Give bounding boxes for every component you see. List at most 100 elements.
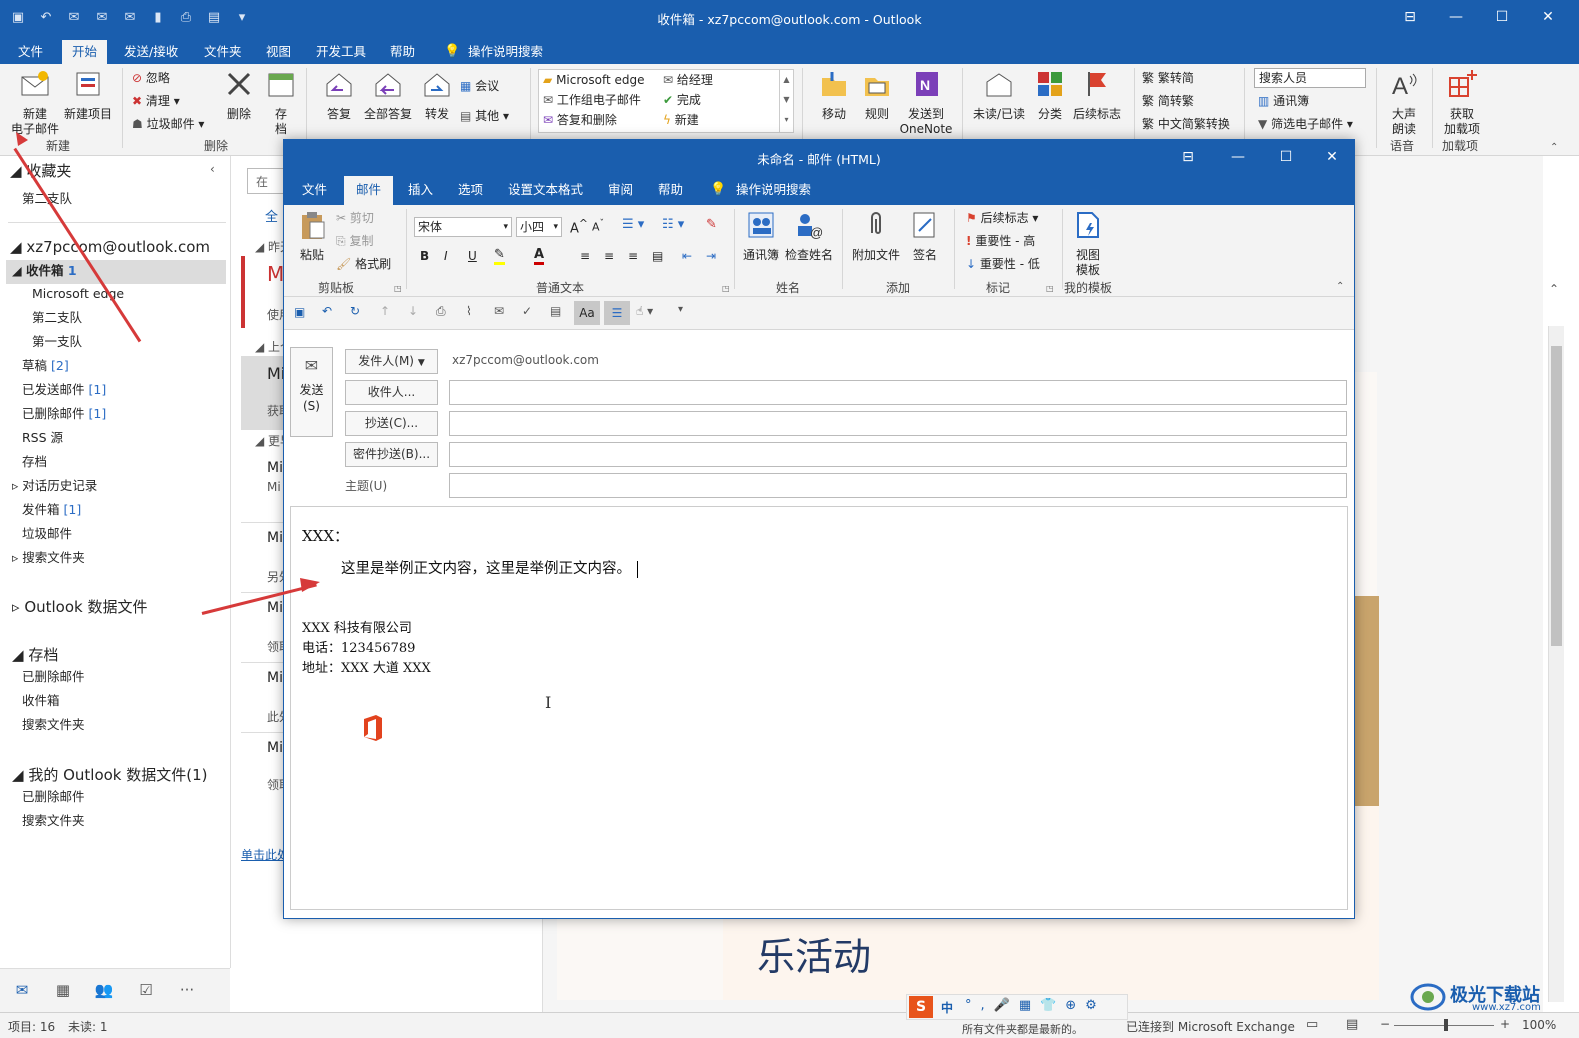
attach-file-button[interactable]: 附加文件 [848,209,904,263]
folder-outbox[interactable]: 发件箱 [1] [22,499,81,521]
folder-item[interactable]: 已删除邮件 [22,666,85,688]
filter-email-button[interactable]: ▼ 筛选电子邮件 ▾ [1258,114,1353,134]
to-button[interactable]: 收件人... [345,380,438,405]
categorize-button[interactable]: 分类 [1032,68,1068,122]
quick-step-item[interactable]: ϟ 新建 [663,110,699,130]
maximize-button[interactable]: ☐ [1268,144,1304,170]
get-addins-button[interactable]: 获取 加载项 [1436,68,1488,137]
signature-button[interactable]: 签名 [906,209,944,263]
save-icon[interactable]: ▣ [294,305,305,319]
print-preview-icon[interactable]: ⎙ [436,304,446,319]
folder-archive[interactable]: 存档 [22,451,47,473]
minimize-button[interactable]: — [1438,4,1474,30]
tab-insert[interactable]: 插入 [396,176,445,205]
bold-icon[interactable]: B [420,249,429,263]
tasks-icon[interactable]: ☑ [135,981,157,1001]
to-field[interactable] [449,380,1347,405]
collapse-ribbon-icon[interactable]: ⌃ [1336,281,1344,292]
junk-button[interactable]: ☗ 垃圾邮件 ▾ [132,114,204,134]
folder-sent[interactable]: 已发送邮件 [1] [22,379,106,401]
align-center-icon[interactable]: ≡ [604,249,614,263]
font-color-icon[interactable]: A [534,247,545,265]
underline-icon[interactable]: U [468,249,477,263]
calendar-icon[interactable]: ▦ [52,981,74,1001]
ime-tools-icon[interactable]: °,🎤▦👕⊕⚙ [965,998,1106,1013]
tab-send-receive[interactable]: 发送/接收 [114,40,188,64]
close-button[interactable]: ✕ [1530,4,1566,30]
tab-help[interactable]: 帮助 [646,176,695,205]
data-file-header[interactable]: ▹ Outlook 数据文件 [12,596,147,618]
send-receive-icon[interactable]: ✉ [494,304,504,318]
clear-format-icon[interactable]: ✎ [706,217,717,232]
folder-deleted[interactable]: 已删除邮件 [1] [22,403,106,425]
address-book-button[interactable]: ▥ 通讯簿 [1258,91,1309,111]
minimize-button[interactable]: — [1220,144,1256,170]
bcc-field[interactable] [449,442,1347,467]
onenote-button[interactable]: N 发送到 OneNote [896,68,956,137]
zoom-slider-thumb[interactable] [1444,1019,1448,1031]
more-icon[interactable]: ··· [176,981,198,1001]
redo-icon[interactable]: ↻ [350,304,360,318]
from-button[interactable]: 发件人(M) ▼ [345,349,438,374]
tab-file[interactable]: 文件 [8,40,53,64]
my-data-header[interactable]: ◢ 我的 Outlook 数据文件(1) [12,764,208,786]
tab-home[interactable]: 开始 [62,40,108,64]
quick-step-item[interactable]: ▰ Microsoft edge [543,70,645,90]
ignore-button[interactable]: ⊘ 忽略 [132,68,170,88]
normal-view-icon[interactable]: ▭ [1306,1017,1318,1032]
forward-button[interactable]: 转发 [418,68,456,122]
folder-inbox[interactable]: ◢ 收件箱 1 [12,260,77,282]
ribbon-display-icon[interactable]: ⊟ [1392,4,1428,30]
sender-name[interactable]: Mi [267,740,283,756]
tell-me-search[interactable]: 操作说明搜索 [724,176,823,205]
folder-item[interactable]: 第二支队 [32,307,82,329]
followup-button[interactable]: ⚑ 后续标志 ▾ [966,208,1038,228]
highlight-icon[interactable]: ✎ [494,247,505,265]
rules-button[interactable]: 规则 [856,68,898,122]
sender-name[interactable]: Mi [267,670,283,686]
align-right-icon[interactable]: ≡ [628,249,638,263]
move-button[interactable]: 移动 [812,68,856,122]
italic-icon[interactable]: I [444,249,448,263]
sender-name[interactable]: M [267,262,284,286]
archive-button[interactable]: 存 档 [264,68,298,137]
zoom-out-icon[interactable]: − [1380,1017,1390,1031]
message-body[interactable]: XXX： 这里是举例正文内容，这里是举例正文内容。 XXX 科技有限公司 电话：… [290,506,1348,910]
quick-step-item[interactable]: ✉ 给经理 [663,70,713,90]
zoom-in-icon[interactable]: + [1500,1017,1510,1031]
gallery-scroll-icon[interactable]: ▲ ▼ ▾ [779,70,793,132]
tab-view[interactable]: 视图 [256,40,301,64]
touch-mode-icon[interactable]: ☝ ▾ [636,304,653,318]
cc-field[interactable] [449,411,1347,436]
trad-to-simp-button[interactable]: 繁 繁转简 [1142,68,1194,88]
folder-item[interactable]: 第一支队 [32,331,82,353]
dialog-launcher-icon[interactable]: ◳ [1046,284,1054,293]
more-respond-button[interactable]: ▤ 其他 ▾ [460,106,509,126]
font-size-select[interactable]: 小四 ▾ [516,217,562,237]
scrollbar[interactable] [1548,326,1564,1002]
folder-item[interactable]: 收件箱 [22,690,60,712]
subject-field[interactable] [449,473,1347,498]
followup-button[interactable]: 后续标志 [1068,68,1126,122]
archive-header[interactable]: ◢ 存档 [12,644,58,666]
collapse-ribbon-icon[interactable]: ⌃ [1550,142,1558,153]
up-arrow-icon[interactable]: ↑ [380,304,390,318]
people-icon[interactable]: 👥 [93,981,115,1001]
filter-all-tab[interactable]: 全 [265,206,278,225]
folder-drafts[interactable]: 草稿 [2] [22,355,69,377]
cleanup-button[interactable]: ✖ 清理 ▾ [132,91,180,111]
folder-rss[interactable]: RSS 源 [22,427,63,449]
address-book-button[interactable]: 通讯簿 [740,209,782,263]
copy-button[interactable]: ⎘ 复制 [336,231,373,251]
reply-button[interactable]: 答复 [318,68,360,122]
maximize-button[interactable]: ☐ [1484,4,1520,30]
cut-button[interactable]: ✂ 剪切 [336,208,374,228]
spelling-icon[interactable]: ✓ [522,304,532,318]
mail-icon[interactable]: ✉ [11,981,33,1001]
tab-format-text[interactable]: 设置文本格式 [496,176,595,205]
undo-icon[interactable]: ↶ [322,304,332,318]
grow-font-icon[interactable]: A^ [570,217,588,236]
sender-name[interactable]: Mi [267,530,283,546]
meeting-button[interactable]: ▦ 会议 [460,76,499,96]
tab-file[interactable]: 文件 [290,176,339,205]
